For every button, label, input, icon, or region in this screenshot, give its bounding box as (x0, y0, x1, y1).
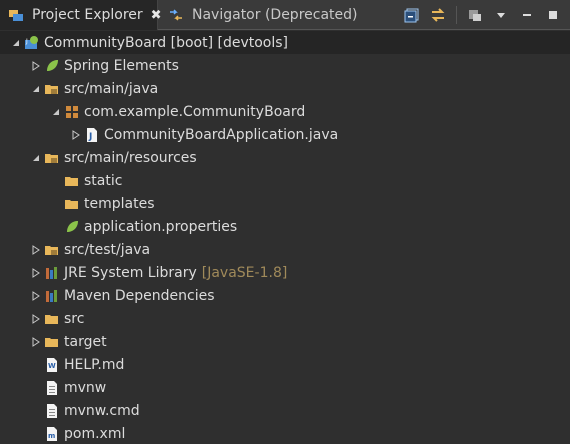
library-icon (44, 265, 60, 281)
file-icon (44, 403, 60, 419)
folder-icon (64, 173, 80, 189)
navigator-icon (168, 7, 184, 23)
tab-navigator[interactable]: Navigator (Deprecated) (162, 0, 357, 30)
tab-label: Project Explorer (32, 7, 143, 23)
tree-item-src-test-java[interactable]: src/test/java (0, 238, 570, 261)
spring-leaf-icon (44, 58, 60, 74)
tree-item-mvnw[interactable]: mvnw (0, 376, 570, 399)
collapsed-arrow-icon[interactable] (30, 336, 42, 348)
tree-item-package[interactable]: com.example.CommunityBoard (0, 100, 570, 123)
tree-item-project[interactable]: J CommunityBoard [boot] [devtools] (0, 31, 570, 54)
svg-text:W: W (48, 362, 56, 370)
tree-item-label: HELP.md (64, 356, 125, 373)
folder-icon (44, 311, 60, 327)
java-file-icon: J (84, 127, 100, 143)
tree-item-label: Maven Dependencies (64, 287, 215, 304)
source-folder-icon (44, 150, 60, 166)
expanded-arrow-icon[interactable] (30, 152, 42, 164)
folder-icon (64, 196, 80, 212)
tree-item-help-md[interactable]: W HELP.md (0, 353, 570, 376)
tree-item-label: application.properties (84, 218, 238, 235)
svg-text:J: J (25, 38, 28, 45)
tree-item-templates[interactable]: templates (0, 192, 570, 215)
project-tree: J CommunityBoard [boot] [devtools] Sprin… (0, 31, 570, 444)
source-folder-icon (44, 242, 60, 258)
spring-leaf-icon (64, 219, 80, 235)
md-file-icon: W (44, 357, 60, 373)
expanded-arrow-icon[interactable] (10, 37, 22, 49)
source-folder-icon (44, 81, 60, 97)
link-with-editor-icon[interactable] (427, 4, 449, 26)
tree-item-label: mvnw.cmd (64, 402, 140, 419)
spring-project-icon: J (24, 35, 40, 51)
tree-item-label: templates (84, 195, 155, 212)
tree-item-label: src/main/resources (64, 149, 197, 166)
expanded-arrow-icon[interactable] (30, 83, 42, 95)
tree-item-pom-xml[interactable]: m pom.xml (0, 422, 570, 444)
tree-item-label: Spring Elements (64, 57, 179, 74)
collapsed-arrow-icon[interactable] (30, 60, 42, 72)
tree-item-application-properties[interactable]: application.properties (0, 215, 570, 238)
view-menu-icon[interactable] (490, 4, 512, 26)
tree-item-src-main-resources[interactable]: src/main/resources (0, 146, 570, 169)
tree-item-src[interactable]: src (0, 307, 570, 330)
project-explorer-icon (8, 7, 24, 23)
collapsed-arrow-icon[interactable] (30, 267, 42, 279)
filter-icon[interactable] (464, 4, 486, 26)
tree-item-static[interactable]: static (0, 169, 570, 192)
tab-project-explorer[interactable]: Project Explorer ✖ (0, 0, 162, 30)
toolbar-separator (456, 6, 457, 24)
tree-item-label: src/test/java (64, 241, 151, 258)
tree-item-label: mvnw (64, 379, 107, 396)
view-tab-bar: Project Explorer ✖ Navigator (Deprecated… (0, 0, 570, 30)
collapsed-arrow-icon[interactable] (30, 313, 42, 325)
tree-item-label: src (64, 310, 85, 327)
tree-item-maven-dependencies[interactable]: Maven Dependencies (0, 284, 570, 307)
collapsed-arrow-icon[interactable] (30, 290, 42, 302)
tree-item-spring-elements[interactable]: Spring Elements (0, 54, 570, 77)
tree-item-mvnw-cmd[interactable]: mvnw.cmd (0, 399, 570, 422)
tree-item-label: pom.xml (64, 425, 126, 442)
tree-item-src-main-java[interactable]: src/main/java (0, 77, 570, 100)
tree-item-label: src/main/java (64, 80, 159, 97)
tree-item-decoration: [JavaSE-1.8] (201, 264, 288, 281)
tree-item-jre-library[interactable]: JRE System Library [JavaSE-1.8] (0, 261, 570, 284)
collapse-all-icon[interactable] (401, 4, 423, 26)
view-toolbar (401, 4, 564, 26)
svg-text:m: m (48, 432, 55, 440)
tree-item-label: JRE System Library (64, 264, 197, 281)
tree-item-target[interactable]: target (0, 330, 570, 353)
maximize-icon[interactable] (542, 4, 564, 26)
close-icon[interactable]: ✖ (151, 8, 162, 23)
tree-item-label: CommunityBoard [boot] [devtools] (44, 34, 289, 51)
expanded-arrow-icon[interactable] (50, 106, 62, 118)
tree-item-label: static (84, 172, 123, 189)
folder-icon (44, 334, 60, 350)
minimize-icon[interactable] (516, 4, 538, 26)
file-icon (44, 380, 60, 396)
collapsed-arrow-icon[interactable] (70, 129, 82, 141)
package-icon (64, 104, 80, 120)
xml-file-icon: m (44, 426, 60, 442)
svg-text:J: J (88, 132, 92, 142)
library-icon (44, 288, 60, 304)
tree-item-label: target (64, 333, 107, 350)
collapsed-arrow-icon[interactable] (30, 244, 42, 256)
tree-item-label: CommunityBoardApplication.java (104, 126, 339, 143)
tree-item-label: com.example.CommunityBoard (84, 103, 306, 120)
tab-label: Navigator (Deprecated) (192, 7, 358, 23)
tree-item-java-file[interactable]: J CommunityBoardApplication.java (0, 123, 570, 146)
